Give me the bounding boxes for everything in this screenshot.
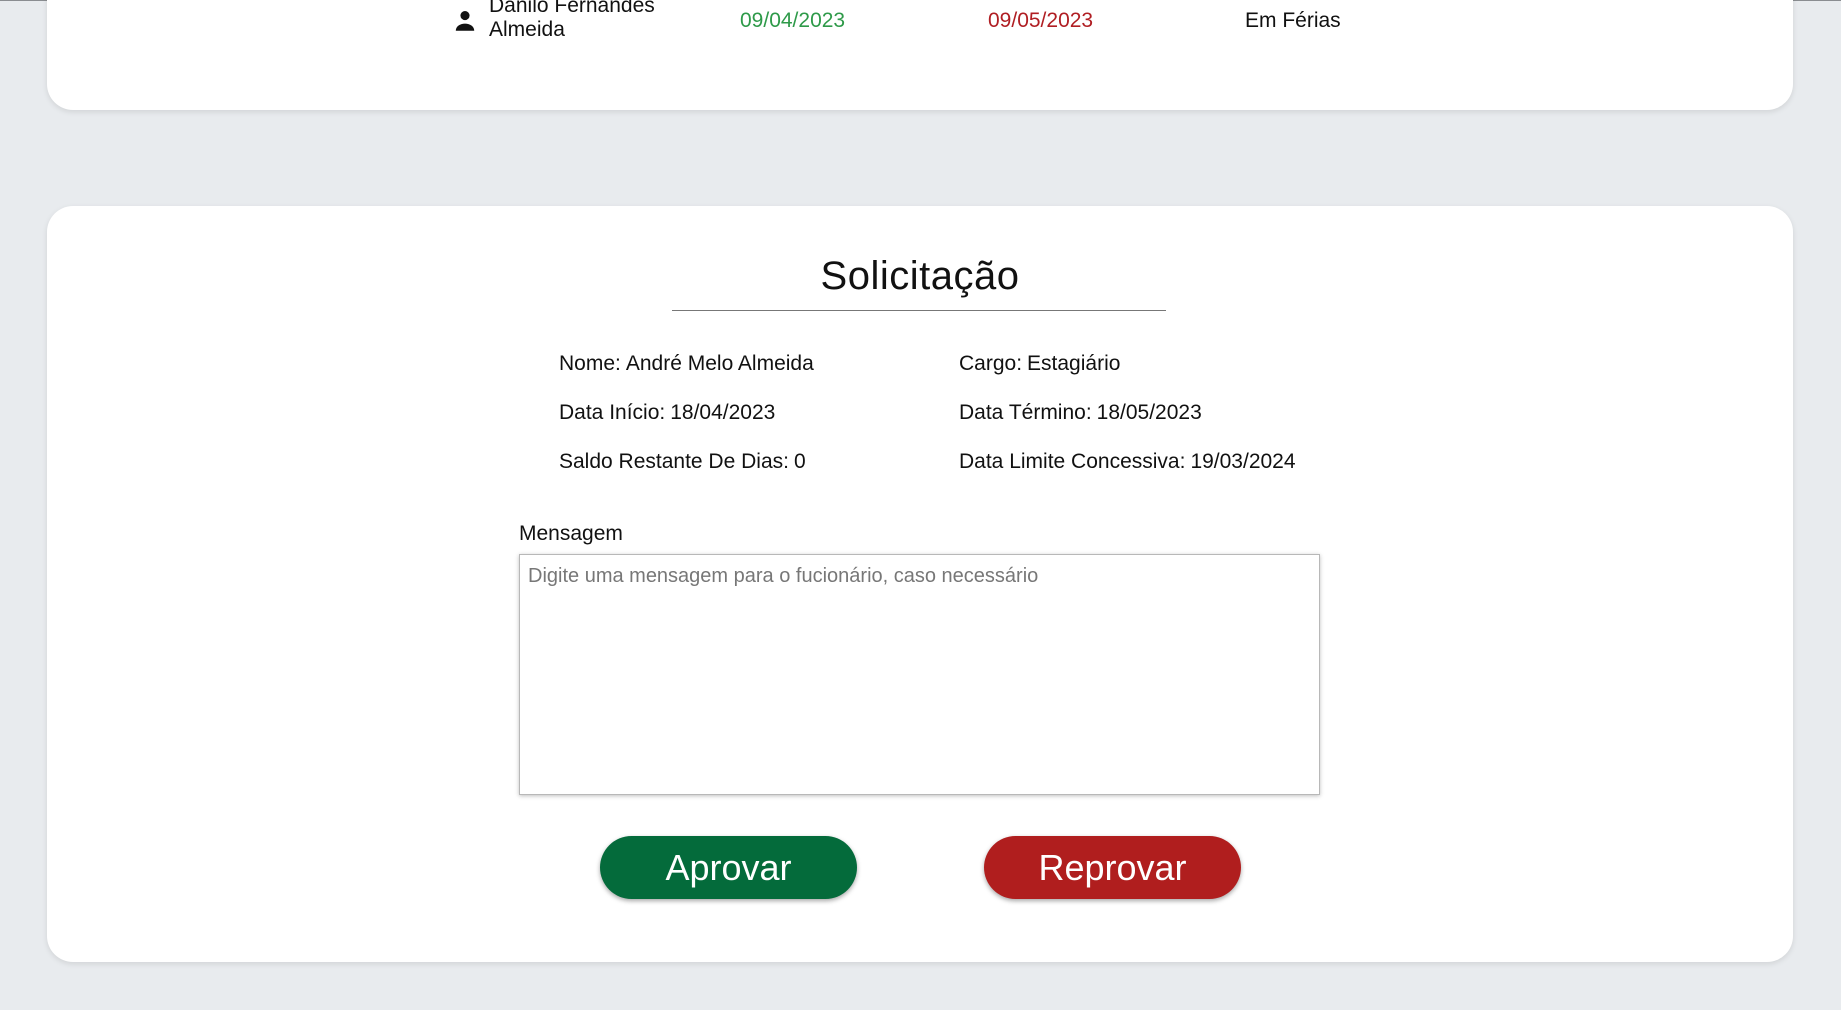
vacation-start-date: 09/04/2023 bbox=[740, 9, 846, 32]
vacation-row[interactable]: Danilo Fernandes Almeida 09/04/2023 09/0… bbox=[47, 0, 1793, 52]
info-nome-label: Nome: bbox=[559, 352, 621, 375]
info-data-inicio-value: 18/04/2023 bbox=[670, 401, 776, 424]
info-saldo: Saldo Restante De Dias: 0 bbox=[559, 450, 806, 474]
title-divider bbox=[672, 310, 1166, 311]
info-data-limite-label: Data Limite Concessiva: bbox=[959, 450, 1186, 473]
info-cargo: Cargo: Estagiário bbox=[959, 352, 1120, 376]
info-data-limite-value: 19/03/2024 bbox=[1190, 450, 1296, 473]
info-data-termino-label: Data Término: bbox=[959, 401, 1092, 424]
info-saldo-value: 0 bbox=[793, 450, 806, 473]
message-label: Mensagem bbox=[519, 522, 623, 545]
info-data-termino-value: 18/05/2023 bbox=[1096, 401, 1202, 424]
person-icon bbox=[455, 11, 475, 31]
info-nome-value: André Melo Almeida bbox=[625, 352, 814, 375]
page: Danilo Fernandes Almeida 09/04/2023 09/0… bbox=[0, 0, 1841, 1010]
approve-button[interactable]: Aprovar bbox=[600, 836, 857, 899]
info-cargo-value: Estagiário bbox=[1027, 352, 1121, 375]
info-data-inicio-label: Data Início: bbox=[559, 401, 666, 424]
request-card: Solicitação Nome: André Melo Almeida Carg… bbox=[47, 206, 1793, 962]
info-data-termino: Data Término: 18/05/2023 bbox=[959, 401, 1202, 425]
reject-button[interactable]: Reprovar bbox=[984, 836, 1241, 899]
message-textarea[interactable] bbox=[519, 554, 1320, 795]
vacation-status: Em Férias bbox=[1245, 9, 1341, 32]
info-data-limite: Data Limite Concessiva: 19/03/2024 bbox=[959, 450, 1296, 474]
info-cargo-label: Cargo: bbox=[959, 352, 1023, 375]
info-nome: Nome: André Melo Almeida bbox=[559, 352, 814, 376]
vacation-list-card: Danilo Fernandes Almeida 09/04/2023 09/0… bbox=[47, 0, 1793, 110]
employee-name: Danilo Fernandes Almeida bbox=[489, 0, 655, 41]
request-title: Solicitação bbox=[820, 254, 1020, 298]
info-saldo-label: Saldo Restante De Dias: bbox=[559, 450, 789, 473]
vacation-end-date: 09/05/2023 bbox=[988, 9, 1094, 32]
info-data-inicio: Data Início: 18/04/2023 bbox=[559, 401, 775, 425]
